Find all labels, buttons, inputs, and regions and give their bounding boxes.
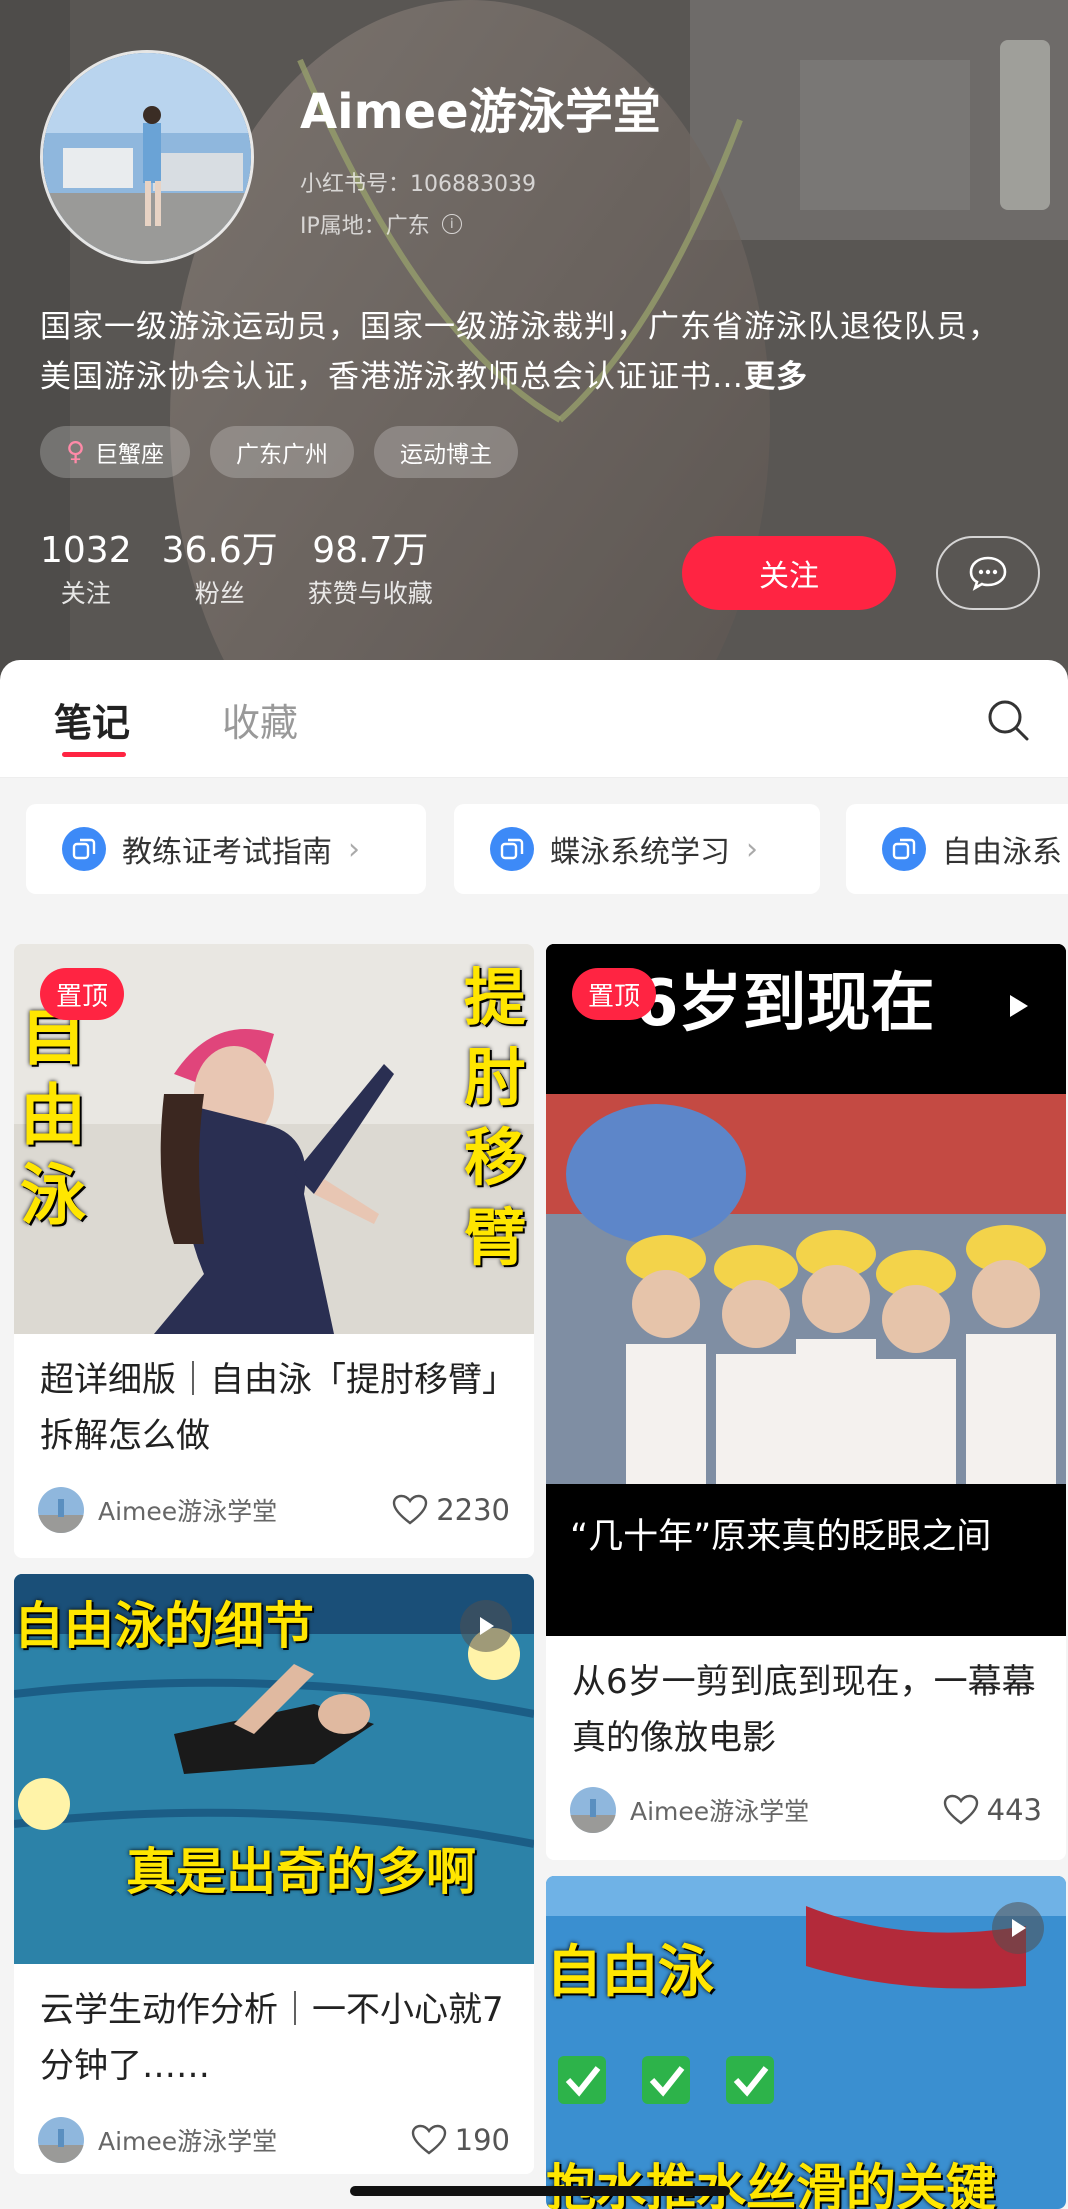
female-icon: ♀ xyxy=(66,437,86,467)
tab-active-indicator xyxy=(62,752,126,757)
profile-bio[interactable]: 国家一级游泳运动员，国家一级游泳裁判，广东省游泳队退役队员，美国游泳协会认证，香… xyxy=(40,302,1020,402)
note-footer: Aimee游泳学堂 2230 xyxy=(38,1486,510,1534)
bio-more-link[interactable]: 更多 xyxy=(744,359,808,395)
note-card[interactable]: 自由泳 抱水推水丝滑的关键 xyxy=(546,1876,1066,2209)
author-avatar[interactable] xyxy=(38,1487,84,1533)
like-count: 2230 xyxy=(436,1493,510,1527)
note-card[interactable]: 自由泳 提肘移臂 置顶 超详细版｜自由泳「提肘移臂」拆解怎么做 Aimee游泳学… xyxy=(14,944,534,1558)
note-cover: 自由泳 提肘移臂 置顶 xyxy=(14,944,534,1334)
like-count: 190 xyxy=(454,2123,510,2157)
message-button[interactable] xyxy=(936,536,1040,610)
stat-value: 36.6万 xyxy=(161,530,278,571)
collection-label: 自由泳系 xyxy=(942,835,1062,870)
collection-icon xyxy=(882,827,926,871)
collection-freestyle[interactable]: 自由泳系 xyxy=(846,804,1068,894)
collection-icon xyxy=(490,827,534,871)
author-avatar[interactable] xyxy=(38,2117,84,2163)
follow-button[interactable]: 关注 xyxy=(682,536,896,610)
ip-location: IP属地：广东 i xyxy=(300,208,462,240)
tab-collections[interactable]: 收藏 xyxy=(222,692,298,747)
author-name[interactable]: Aimee游泳学堂 xyxy=(630,1792,943,1828)
tag-category[interactable]: 运动博主 xyxy=(374,426,519,478)
video-play-icon xyxy=(992,980,1044,1032)
tag-label: 巨蟹座 xyxy=(95,442,165,468)
author-name[interactable]: Aimee游泳学堂 xyxy=(98,2122,411,2158)
tag-label: 广东广州 xyxy=(236,442,329,468)
note-card[interactable]: 自由泳的细节 真是出奇的多啊 云学生动作分析｜一不小心就7分钟了…… Aimee… xyxy=(14,1574,534,2174)
tag-label: 运动博主 xyxy=(400,442,493,468)
profile-header: Aimee游泳学堂 小红书号：106883039 IP属地：广东 i 国家一级游… xyxy=(0,0,1068,700)
note-title: 超详细版｜自由泳「提肘移臂」拆解怎么做 xyxy=(40,1360,499,1456)
collection-icon xyxy=(62,827,106,871)
cover-caption-bottom: “几十年”原来真的眨眼之间 xyxy=(570,1517,992,1557)
chat-bubble-icon xyxy=(969,556,1007,591)
like-count: 443 xyxy=(986,1793,1042,1827)
stat-label: 粉丝 xyxy=(194,579,245,608)
profile-page: Aimee游泳学堂 小红书号：106883039 IP属地：广东 i 国家一级游… xyxy=(0,0,1068,2209)
stat-followers[interactable]: 36.6万 粉丝 xyxy=(162,528,278,614)
pinned-badge: 置顶 xyxy=(572,968,657,1020)
author-avatar[interactable] xyxy=(570,1787,616,1833)
note-cover: 6岁到现在 “几十年”原来真的眨眼之间 置顶 xyxy=(546,944,1066,1636)
like-button[interactable]: 2230 xyxy=(392,1493,510,1527)
heart-icon xyxy=(392,1494,428,1525)
chevron-right-icon: › xyxy=(746,831,758,867)
cover-caption-bottom: 真是出奇的多啊 xyxy=(126,1843,476,1901)
pinned-badge: 置顶 xyxy=(40,968,125,1020)
heart-icon xyxy=(943,1794,978,1825)
stat-likes-collects[interactable]: 98.7万 获赞与收藏 xyxy=(308,528,433,614)
note-title: 从6岁一剪到底到现在，一幕幕真的像放电影 xyxy=(572,1662,1036,1758)
collections-row: 教练证考试指南 › 蝶泳系统学习 › 自由泳系 xyxy=(0,778,1068,926)
note-footer: Aimee游泳学堂 190 xyxy=(38,2116,510,2164)
video-play-icon xyxy=(992,1902,1044,1954)
info-icon[interactable]: i xyxy=(441,214,462,234)
red-id[interactable]: 小红书号：106883039 xyxy=(300,166,536,198)
like-button[interactable]: 190 xyxy=(411,2123,510,2157)
note-cover: 自由泳的细节 真是出奇的多啊 xyxy=(14,1574,534,1964)
note-cover: 自由泳 抱水推水丝滑的关键 xyxy=(546,1876,1066,2209)
stat-value: 1032 xyxy=(40,530,132,571)
tag-location[interactable]: 广东广州 xyxy=(210,426,355,478)
tag-zodiac[interactable]: ♀ 巨蟹座 xyxy=(40,426,191,478)
stat-following[interactable]: 1032 关注 xyxy=(40,528,132,614)
ip-location-text: IP属地：广东 xyxy=(300,214,430,239)
cover-caption-right: 提肘移臂 xyxy=(464,961,527,1274)
collection-butterfly[interactable]: 蝶泳系统学习 › xyxy=(454,804,820,894)
heart-icon xyxy=(411,2124,446,2155)
content-tabs: 笔记 收藏 xyxy=(0,660,1068,778)
chevron-right-icon: › xyxy=(348,831,360,867)
profile-nickname: Aimee游泳学堂 xyxy=(300,84,661,140)
author-name[interactable]: Aimee游泳学堂 xyxy=(98,1492,392,1528)
video-play-icon xyxy=(460,1600,512,1652)
cover-caption-top: 6岁到现在 xyxy=(634,967,935,1041)
bio-text: 国家一级游泳运动员，国家一级游泳裁判，广东省游泳队退役队员，美国游泳协会认证，香… xyxy=(40,309,1000,395)
cover-caption-left: 自由泳 xyxy=(20,997,86,1234)
note-card[interactable]: 6岁到现在 “几十年”原来真的眨眼之间 置顶 从6岁一剪到底到现在，一幕幕真的像… xyxy=(546,944,1066,1860)
cover-caption-top: 自由泳的细节 xyxy=(14,1597,314,1655)
search-icon[interactable] xyxy=(984,696,1032,744)
stat-value: 98.7万 xyxy=(312,530,429,571)
profile-tags: ♀ 巨蟹座 广东广州 运动博主 xyxy=(40,426,519,478)
cover-caption-bottom: 抱水推水丝滑的关键 xyxy=(546,2159,996,2209)
note-footer: Aimee游泳学堂 443 xyxy=(570,1786,1042,1834)
profile-avatar[interactable] xyxy=(40,50,254,264)
tab-notes[interactable]: 笔记 xyxy=(54,692,130,747)
like-button[interactable]: 443 xyxy=(943,1793,1042,1827)
collection-label: 蝶泳系统学习 xyxy=(550,835,730,870)
collection-label: 教练证考试指南 xyxy=(122,835,332,870)
home-indicator[interactable] xyxy=(350,2186,730,2196)
cover-caption-top: 自由泳 xyxy=(546,1940,714,2005)
stat-label: 获赞与收藏 xyxy=(307,579,433,608)
profile-stats: 1032 关注 36.6万 粉丝 98.7万 获赞与收藏 xyxy=(40,528,433,614)
note-title: 云学生动作分析｜一不小心就7分钟了…… xyxy=(40,1990,504,2086)
stat-label: 关注 xyxy=(60,579,111,608)
collection-coach-exam[interactable]: 教练证考试指南 › xyxy=(26,804,426,894)
